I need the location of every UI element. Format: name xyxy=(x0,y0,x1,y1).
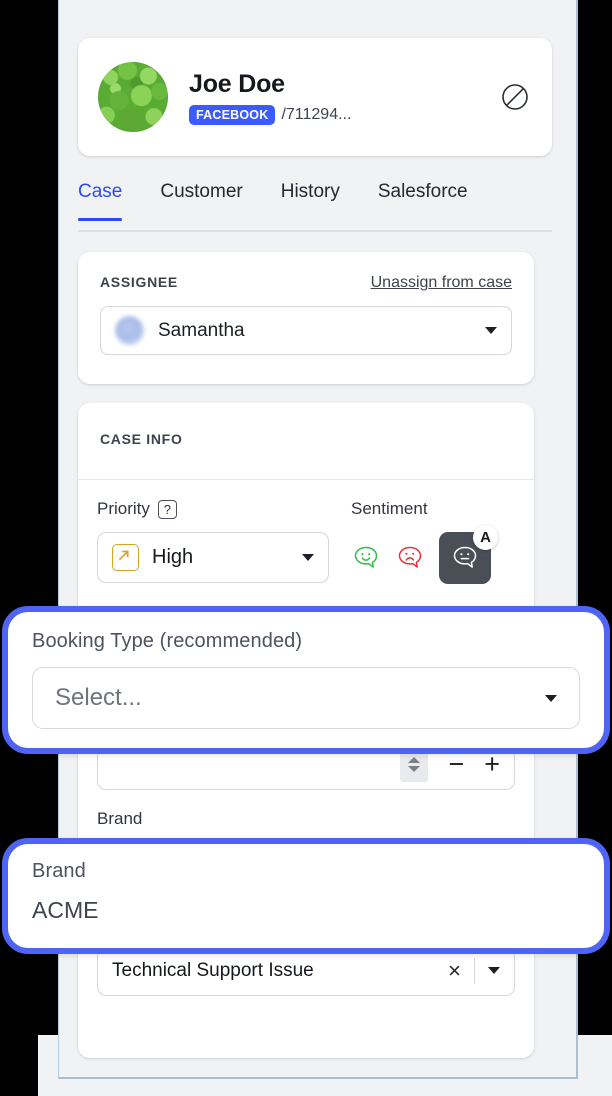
clear-icon[interactable]: × xyxy=(448,959,461,982)
assignee-selected-value: Samantha xyxy=(158,319,245,341)
tab-customer[interactable]: Customer xyxy=(160,176,242,219)
priority-sentiment-row: Priority ? High Sentiment A xyxy=(97,480,515,584)
contact-subline: FACEBOOK /711294... xyxy=(189,105,500,125)
unassign-from-case-link[interactable]: Unassign from case xyxy=(371,274,512,292)
chevron-down-icon xyxy=(302,554,314,561)
assignee-header: ASSIGNEE Unassign from case xyxy=(100,274,512,292)
assignee-avatar xyxy=(115,316,144,345)
booking-type-highlight-select[interactable]: Select... xyxy=(32,667,580,729)
budget-increment-button[interactable]: + xyxy=(484,751,500,778)
priority-select[interactable]: High xyxy=(97,532,329,583)
tab-salesforce[interactable]: Salesforce xyxy=(378,176,468,219)
tab-history[interactable]: History xyxy=(281,176,340,219)
booking-type-highlight-label: Booking Type (recommended) xyxy=(32,630,303,652)
budget-decrement-button[interactable]: − xyxy=(448,751,464,778)
chevron-up-icon xyxy=(408,757,421,763)
sentiment-label: Sentiment xyxy=(351,499,428,518)
assignee-select[interactable]: Samantha xyxy=(100,306,512,355)
booking-type-highlight-placeholder: Select... xyxy=(55,684,142,711)
happy-face-icon[interactable] xyxy=(351,543,381,573)
sentiment-options: A xyxy=(351,525,515,584)
sentiment-auto-badge: A xyxy=(473,525,498,550)
priority-help-icon[interactable]: ? xyxy=(157,499,177,519)
case-info-section-label: CASE INFO xyxy=(100,431,183,447)
brand-highlight: Brand ACME xyxy=(2,838,610,954)
channel-badge: FACEBOOK xyxy=(189,105,276,125)
contact-header-card: Joe Doe FACEBOOK /711294... xyxy=(78,38,552,156)
assignee-section-label: ASSIGNEE xyxy=(100,274,178,290)
contact-name: Joe Doe xyxy=(189,70,285,98)
neutral-face-icon[interactable]: A xyxy=(439,525,498,584)
assignee-card: ASSIGNEE Unassign from case Samantha xyxy=(78,252,534,384)
brand-highlight-label: Brand xyxy=(32,860,86,882)
priority-value: High xyxy=(152,546,194,568)
chevron-down-icon xyxy=(408,766,421,772)
brand-highlight-value: ACME xyxy=(32,897,99,923)
priority-label-row: Priority ? xyxy=(97,499,329,519)
tab-bar: Case Customer History Salesforce xyxy=(78,176,552,232)
booking-type-highlight: Booking Type (recommended) Select... xyxy=(2,606,610,754)
brand-label: Brand xyxy=(97,809,143,828)
priority-field: Priority ? High xyxy=(97,499,329,583)
contact-handle: /711294... xyxy=(281,106,352,123)
priority-label: Priority xyxy=(97,499,150,518)
case-info-header: CASE INFO xyxy=(78,403,534,480)
chevron-down-icon xyxy=(488,967,500,974)
priority-high-arrow-icon xyxy=(112,544,139,571)
chevron-down-icon xyxy=(485,327,497,334)
block-icon[interactable] xyxy=(500,82,530,112)
sad-face-icon[interactable] xyxy=(395,543,425,573)
divider xyxy=(474,957,475,984)
sentiment-field: Sentiment A xyxy=(351,499,515,584)
avatar-image xyxy=(98,62,168,132)
tab-case[interactable]: Case xyxy=(78,176,123,221)
chevron-down-icon xyxy=(545,694,557,702)
inquiry-reason-value: Technical Support Issue xyxy=(112,959,314,981)
contact-text-block: Joe Doe FACEBOOK /711294... xyxy=(189,69,500,125)
sentiment-label-row: Sentiment xyxy=(351,499,515,519)
